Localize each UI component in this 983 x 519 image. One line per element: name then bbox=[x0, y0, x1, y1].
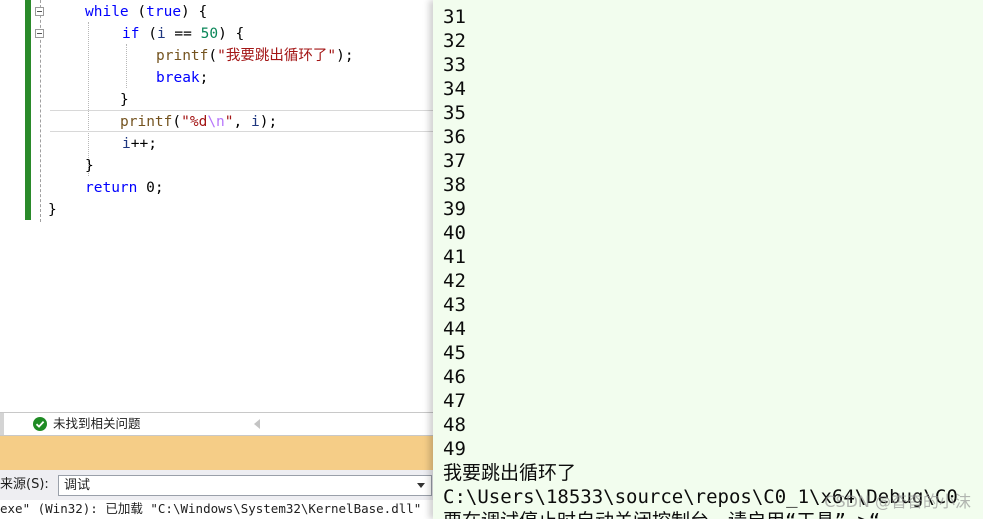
code-line-close-while: } bbox=[85, 158, 94, 174]
console-line: 36 bbox=[443, 126, 466, 148]
strip-edge bbox=[0, 413, 4, 435]
console-line: 31 bbox=[443, 6, 466, 28]
code-line-break: break; bbox=[156, 70, 209, 86]
output-log-line: exe" (Win32): 已加载 "C:\Windows\System32\K… bbox=[0, 501, 422, 516]
debug-console-window[interactable]: 31 32 33 34 35 36 37 38 39 40 41 42 43 44 45 46 47 48 49 我要… bbox=[433, 0, 983, 519]
console-line: 38 bbox=[443, 174, 466, 196]
code-line-printf-i: printf("%d\n", i); bbox=[120, 114, 278, 130]
code-line-return: return 0; bbox=[85, 180, 164, 196]
editor-status-bar: 未找到相关问题 bbox=[0, 412, 433, 436]
indent-guide bbox=[126, 44, 127, 88]
code-line-increment: i++; bbox=[122, 136, 157, 152]
output-log[interactable]: exe" (Win32): 已加载 "C:\Windows\System32\K… bbox=[0, 500, 433, 519]
console-line: 44 bbox=[443, 318, 466, 340]
console-line: 48 bbox=[443, 414, 466, 436]
console-line: 49 bbox=[443, 438, 466, 460]
code-line-close-if: } bbox=[120, 92, 129, 108]
console-line: 要在调试停止时自动关闭控制台，请启用“工具”->“ bbox=[443, 509, 880, 519]
output-panel-header bbox=[0, 436, 433, 470]
output-source-label: 来源(S): bbox=[0, 477, 49, 492]
output-toolbar: 来源(S): 调试 bbox=[0, 470, 433, 500]
console-line: 34 bbox=[443, 78, 466, 100]
code-line-if: if (i == 50) { bbox=[122, 26, 245, 42]
scroll-left-arrow-icon[interactable] bbox=[254, 419, 260, 429]
output-source-select[interactable]: 调试 bbox=[58, 475, 432, 496]
console-line: 41 bbox=[443, 246, 466, 268]
console-line: 32 bbox=[443, 30, 466, 52]
watermark: CSDN @杳杳的小沫 bbox=[824, 492, 971, 511]
issues-status-text[interactable]: 未找到相关问题 bbox=[53, 413, 141, 435]
collapse-while-icon[interactable] bbox=[35, 7, 44, 16]
chevron-down-icon bbox=[417, 483, 425, 488]
console-line: 43 bbox=[443, 294, 466, 316]
ide-window: while (true) { if (i == 50) { printf("我要… bbox=[0, 0, 983, 519]
output-source-value: 调试 bbox=[64, 478, 91, 493]
code-line-close-main: } bbox=[48, 202, 57, 218]
console-line: 我要跳出循环了 bbox=[443, 462, 577, 484]
code-editor[interactable]: while (true) { if (i == 50) { printf("我要… bbox=[0, 0, 433, 412]
console-line: 46 bbox=[443, 366, 466, 388]
change-indicator-bar bbox=[25, 0, 31, 220]
console-line: 42 bbox=[443, 270, 466, 292]
console-line: 35 bbox=[443, 102, 466, 124]
console-line: 45 bbox=[443, 342, 466, 364]
collapse-if-icon[interactable] bbox=[35, 29, 44, 38]
console-line: 37 bbox=[443, 150, 466, 172]
console-line: 39 bbox=[443, 198, 466, 220]
console-line: 47 bbox=[443, 390, 466, 412]
console-line: 33 bbox=[443, 54, 466, 76]
console-line: 40 bbox=[443, 222, 466, 244]
code-line-printf-break-msg: printf("我要跳出循环了"); bbox=[156, 48, 354, 64]
check-circle-icon[interactable] bbox=[33, 417, 47, 431]
code-line-while: while (true) { bbox=[85, 4, 208, 20]
indent-guide bbox=[88, 22, 89, 176]
